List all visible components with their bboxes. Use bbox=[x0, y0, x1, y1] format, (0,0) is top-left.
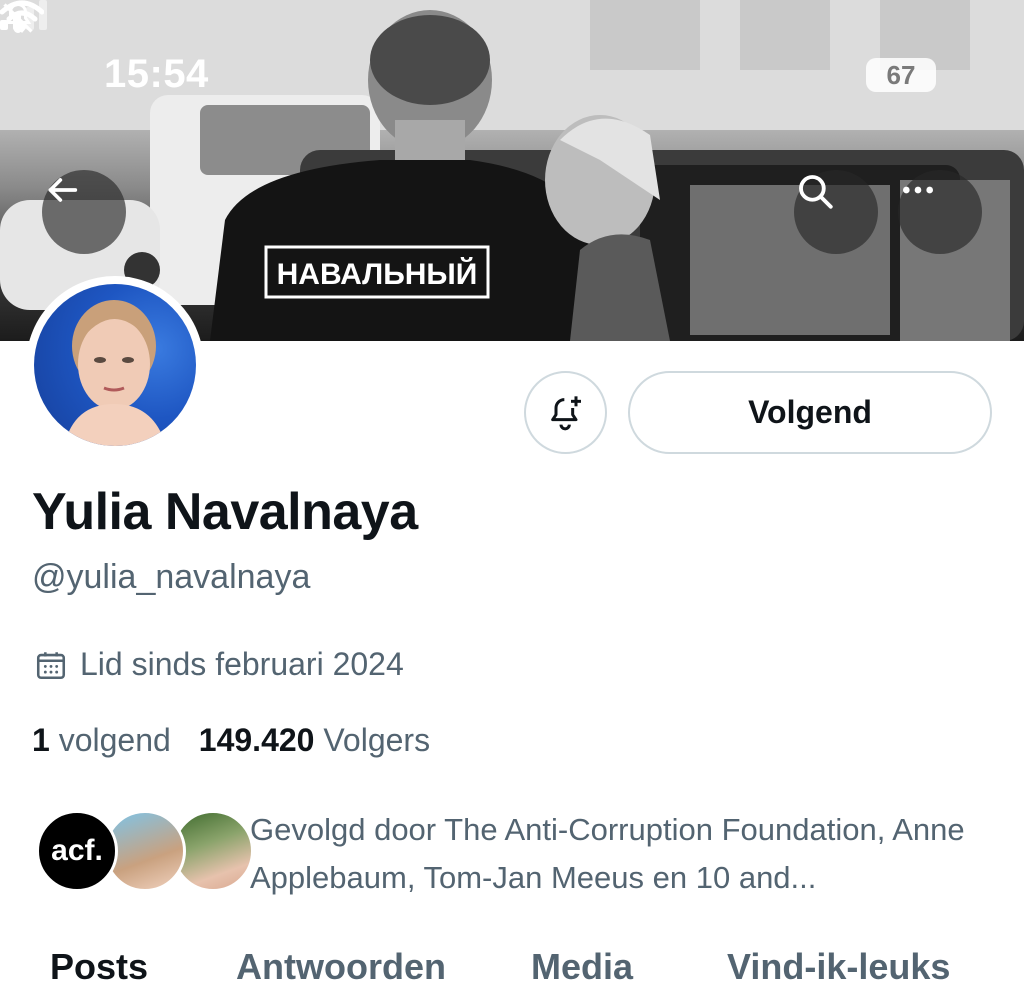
bell-plus-icon bbox=[550, 395, 581, 430]
mutual-avatars: acf. bbox=[36, 806, 254, 896]
following-count: 1 bbox=[32, 722, 50, 758]
acf-avatar: acf. bbox=[36, 810, 118, 892]
avatar[interactable] bbox=[26, 276, 204, 454]
follow-stats: 1 volgend 149.420 Volgers bbox=[32, 722, 430, 759]
arrow-left-icon bbox=[48, 178, 78, 202]
joined-text: Lid sinds februari 2024 bbox=[80, 646, 404, 682]
following-button[interactable]: Volgend bbox=[628, 371, 992, 454]
followers-count: 149.420 bbox=[198, 722, 315, 758]
tab-replies[interactable]: Antwoorden bbox=[236, 946, 446, 988]
following-link[interactable]: 1 volgend bbox=[32, 722, 171, 759]
status-time: 15:54 bbox=[104, 52, 209, 96]
followers-label: Volgers bbox=[323, 722, 431, 758]
search-icon bbox=[799, 175, 833, 209]
more-button[interactable] bbox=[898, 170, 982, 254]
display-name: Yulia Navalnaya bbox=[32, 483, 418, 541]
avatar-photo bbox=[34, 284, 196, 446]
tab-media[interactable]: Media bbox=[531, 946, 633, 988]
battery-indicator: 67 bbox=[866, 58, 936, 92]
following-label: volgend bbox=[58, 722, 171, 758]
followed-by[interactable]: acf. Gevolgd door The Anti-Corruption Fo… bbox=[36, 806, 990, 902]
tab-likes[interactable]: Vind-ik-leuks bbox=[727, 946, 950, 988]
calendar-icon bbox=[36, 651, 66, 679]
shirt-text: НАВАЛЬНЫЙ bbox=[277, 257, 478, 291]
battery-level: 67 bbox=[886, 59, 916, 90]
back-button[interactable] bbox=[42, 170, 126, 254]
more-icon bbox=[903, 186, 933, 194]
followed-by-text: Gevolgd door The Anti-Corruption Foundat… bbox=[250, 812, 965, 895]
search-button[interactable] bbox=[794, 170, 878, 254]
joined-date: Lid sinds februari 2024 bbox=[34, 646, 404, 683]
followers-link[interactable]: 149.420 Volgers bbox=[199, 722, 430, 759]
acf-logo: acf. bbox=[51, 834, 103, 867]
user-handle: @yulia_navalnaya bbox=[32, 558, 311, 596]
wifi-icon bbox=[0, 0, 44, 33]
tab-posts[interactable]: Posts bbox=[50, 946, 148, 988]
notifications-button[interactable] bbox=[524, 371, 607, 454]
profile-tabs: Posts Antwoorden Media Vind-ik-leuks bbox=[0, 944, 1024, 1004]
